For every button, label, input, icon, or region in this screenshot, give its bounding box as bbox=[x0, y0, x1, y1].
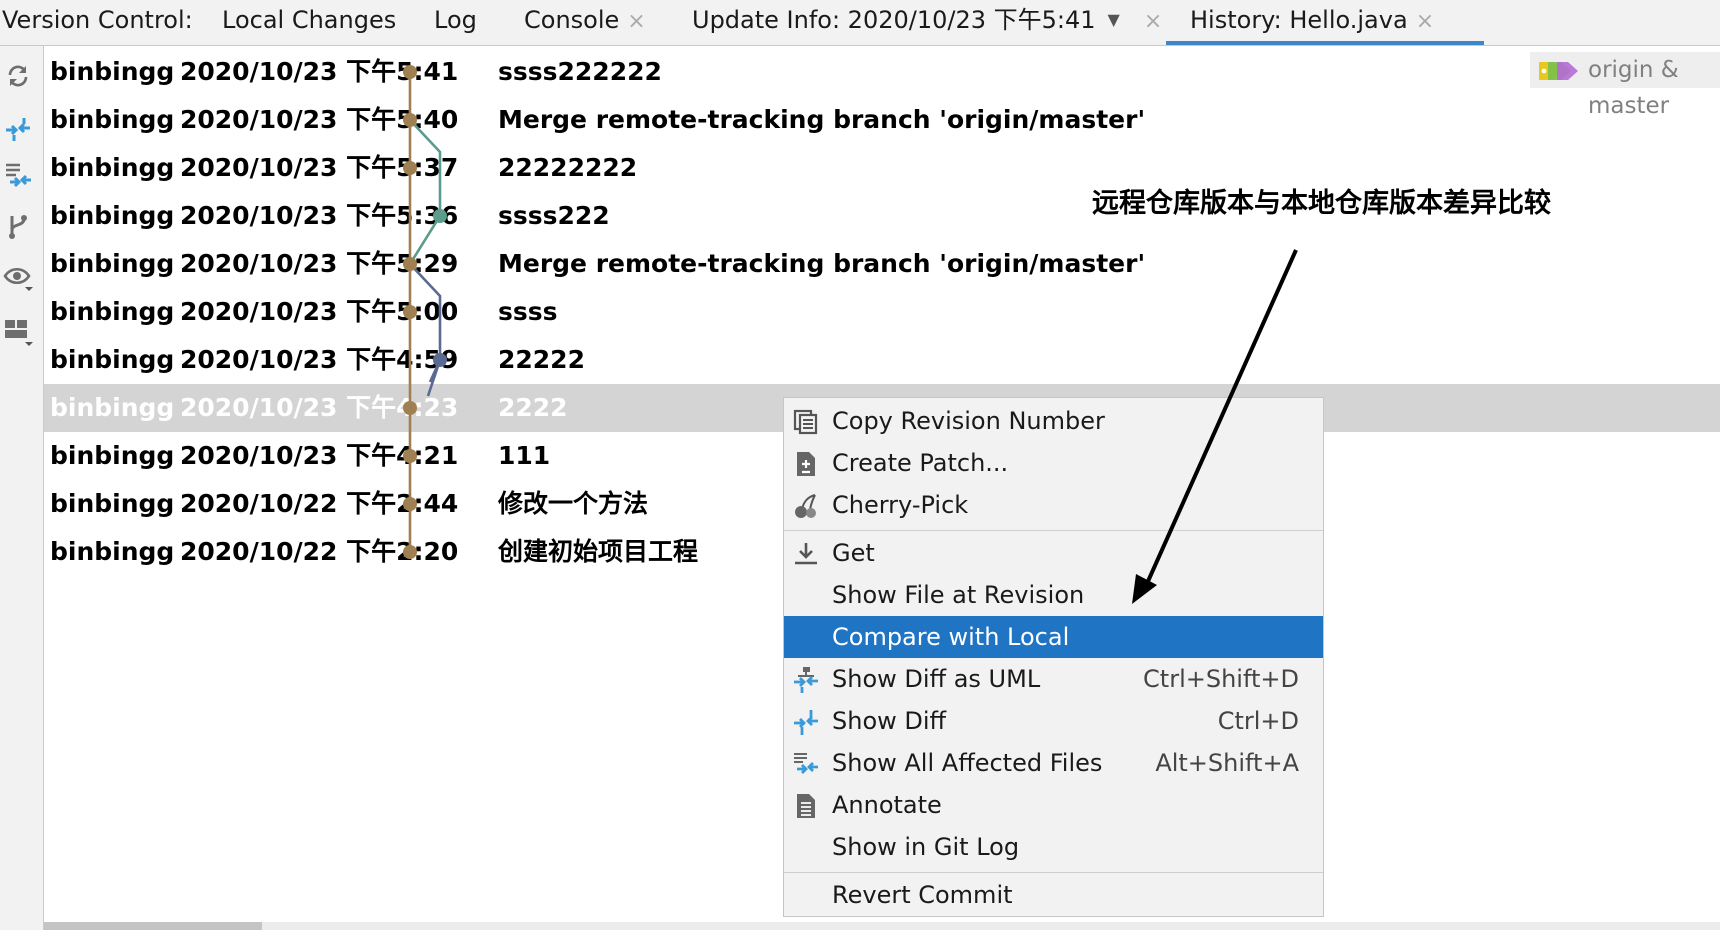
layout-icon bbox=[5, 320, 33, 346]
menu-item-show-in-git-log[interactable]: Show in Git Log bbox=[784, 826, 1323, 868]
commit-date: 2020/10/23 下午4:59 bbox=[180, 345, 459, 374]
commit-author: binbingg bbox=[50, 489, 175, 518]
tag-icon bbox=[1539, 62, 1578, 80]
tab-console[interactable]: Console × bbox=[524, 0, 646, 45]
commit-author: binbingg bbox=[50, 393, 175, 422]
annotate-icon bbox=[797, 794, 815, 818]
branch-filter-badge[interactable]: origin & master bbox=[1530, 52, 1720, 119]
commit-date: 2020/10/22 下午2:44 bbox=[180, 489, 459, 518]
commit-date: 2020/10/23 下午4:23 bbox=[180, 393, 459, 422]
refresh-icon bbox=[8, 65, 28, 87]
eye-icon bbox=[3, 267, 33, 291]
commit-message: 22222222 bbox=[498, 153, 638, 182]
layout-button[interactable] bbox=[0, 312, 36, 352]
commit-message: 创建初始项目工程 bbox=[498, 537, 699, 566]
chevron-down-icon[interactable]: ▼ bbox=[1108, 10, 1120, 29]
commit-row[interactable]: binbingg 2020/10/23 下午4:59 22222 bbox=[44, 336, 1720, 384]
commit-message: Merge remote-tracking branch 'origin/mas… bbox=[498, 249, 1146, 278]
close-icon[interactable]: × bbox=[1416, 9, 1434, 34]
commit-message: 2222 bbox=[498, 393, 568, 422]
branch-badge-label: origin & master bbox=[1588, 57, 1679, 119]
show-diff-icon bbox=[6, 118, 30, 141]
diff-icon bbox=[794, 710, 818, 735]
show-affected-files-icon bbox=[6, 163, 31, 188]
commit-date: 2020/10/23 下午4:21 bbox=[180, 441, 459, 470]
commit-author: binbingg bbox=[50, 57, 175, 86]
commit-author: binbingg bbox=[50, 153, 175, 182]
commit-author: binbingg bbox=[50, 441, 175, 470]
cherry-icon bbox=[795, 494, 816, 518]
branch-icon bbox=[9, 215, 27, 239]
menu-item-get[interactable]: Get bbox=[784, 532, 1323, 574]
horizontal-scrollbar[interactable] bbox=[44, 922, 1720, 930]
history-toolbar bbox=[0, 46, 44, 930]
uml-diff-icon bbox=[794, 667, 818, 693]
menu-item-show-diff-as-uml[interactable]: Show Diff as UML Ctrl+Shift+D bbox=[784, 658, 1323, 700]
download-icon bbox=[795, 543, 817, 565]
scrollbar-thumb[interactable] bbox=[44, 922, 262, 930]
menu-item-show-all-affected-files[interactable]: Show All Affected Files Alt+Shift+A bbox=[784, 742, 1323, 784]
menu-item-compare-with-local[interactable]: Compare with Local bbox=[784, 616, 1323, 658]
menu-separator bbox=[784, 872, 1323, 873]
commit-message: ssss222222 bbox=[498, 57, 662, 86]
close-icon[interactable]: × bbox=[1144, 9, 1162, 34]
tab-local-changes[interactable]: Local Changes bbox=[222, 0, 396, 45]
annotation-text: 远程仓库版本与本地仓库版本差异比较 bbox=[1092, 188, 1551, 219]
commit-row[interactable]: binbingg 2020/10/23 下午5:00 ssss bbox=[44, 288, 1720, 336]
tab-log[interactable]: Log bbox=[434, 0, 477, 45]
commit-message: ssss bbox=[498, 297, 558, 326]
show-diff-button[interactable] bbox=[0, 109, 36, 149]
menu-item-annotate[interactable]: Annotate bbox=[784, 784, 1323, 826]
commit-row[interactable]: binbingg 2020/10/23 下午5:40 Merge remote-tr… bbox=[44, 96, 1720, 144]
commit-author: binbingg bbox=[50, 297, 175, 326]
view-options-button[interactable] bbox=[0, 258, 36, 298]
commit-date: 2020/10/23 下午5:37 bbox=[180, 153, 459, 182]
copy-icon bbox=[793, 409, 818, 435]
menu-item-create-patch[interactable]: Create Patch... bbox=[784, 442, 1323, 484]
tool-window-tabbar: Version Control: Local Changes Log Conso… bbox=[0, 0, 1720, 46]
version-control-label: Version Control: bbox=[2, 6, 193, 34]
commit-row[interactable]: binbingg 2020/10/23 下午5:29 Merge remote-tr… bbox=[44, 240, 1720, 288]
context-menu: Copy Revision Number Create Patch... Che… bbox=[783, 397, 1324, 917]
commit-author: binbingg bbox=[50, 249, 175, 278]
refresh-button[interactable] bbox=[0, 56, 36, 96]
commit-author: binbingg bbox=[50, 537, 175, 566]
commit-author: binbingg bbox=[50, 105, 175, 134]
menu-separator bbox=[784, 530, 1323, 531]
commit-message: 111 bbox=[498, 441, 551, 470]
menu-item-show-file-at-revision[interactable]: Show File at Revision bbox=[784, 574, 1323, 616]
commit-date: 2020/10/23 下午5:40 bbox=[180, 105, 459, 134]
commit-author: binbingg bbox=[50, 345, 175, 374]
commit-row[interactable]: binbingg 2020/10/23 下午5:41 ssss222222 bbox=[44, 48, 1720, 96]
patch-icon bbox=[797, 452, 815, 476]
commit-message: 22222 bbox=[498, 345, 585, 374]
menu-item-cherry-pick[interactable]: Cherry-Pick bbox=[784, 484, 1323, 526]
commit-date: 2020/10/22 下午2:20 bbox=[180, 537, 459, 566]
menu-item-revert-commit[interactable]: Revert Commit bbox=[784, 874, 1323, 916]
commit-date: 2020/10/23 下午5:29 bbox=[180, 249, 459, 278]
commit-message: Merge remote-tracking branch 'origin/mas… bbox=[498, 105, 1146, 134]
tab-update-info[interactable]: Update Info: 2020/10/23 下午5:41 ▼ × bbox=[692, 0, 1162, 45]
tab-history[interactable]: History: Hello.java × bbox=[1165, 0, 1485, 45]
branch-button[interactable] bbox=[0, 206, 36, 246]
commit-date: 2020/10/23 下午5:36 bbox=[180, 201, 459, 230]
commit-author: binbingg bbox=[50, 201, 175, 230]
menu-item-copy-revision-number[interactable]: Copy Revision Number bbox=[784, 400, 1323, 442]
commit-date: 2020/10/23 下午5:00 bbox=[180, 297, 459, 326]
close-icon[interactable]: × bbox=[627, 9, 645, 34]
commit-message: ssss222 bbox=[498, 201, 610, 230]
commit-date: 2020/10/23 下午5:41 bbox=[180, 57, 459, 86]
affected-files-icon bbox=[794, 753, 818, 774]
show-affected-files-button[interactable] bbox=[0, 156, 36, 196]
menu-item-show-diff[interactable]: Show Diff Ctrl+D bbox=[784, 700, 1323, 742]
commit-message: 修改一个方法 bbox=[498, 489, 649, 518]
